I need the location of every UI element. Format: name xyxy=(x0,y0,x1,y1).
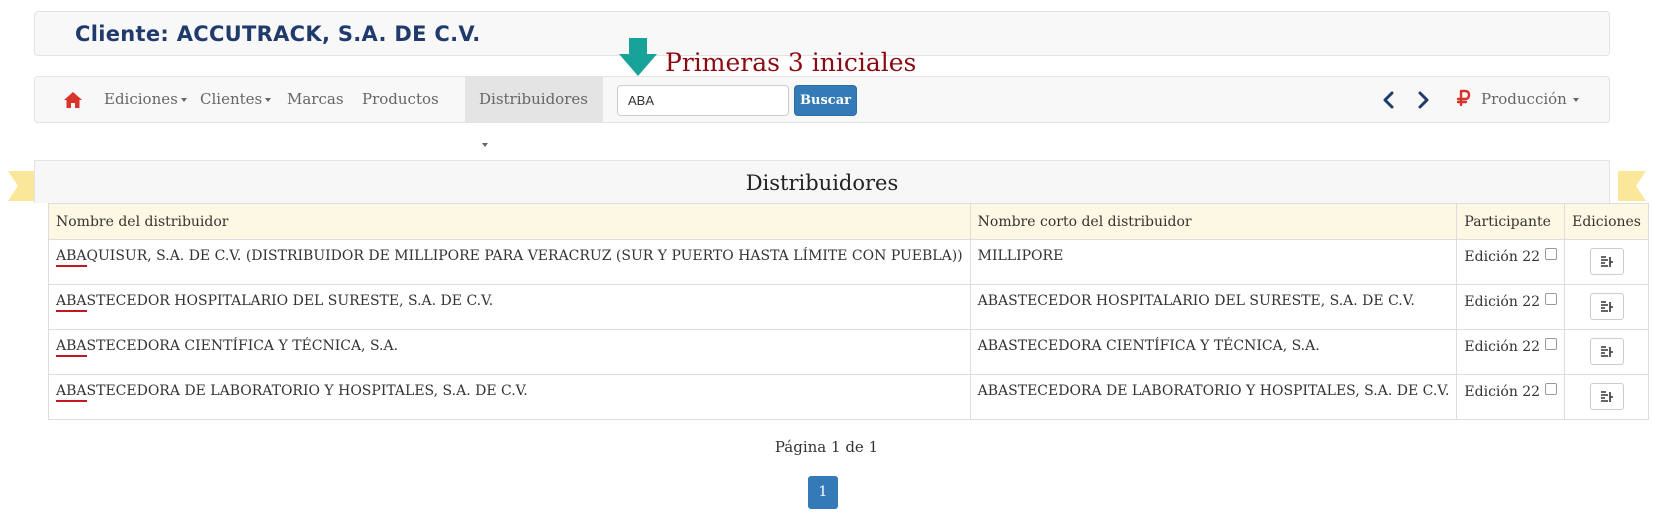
search-match-highlight: ABA xyxy=(56,338,87,357)
ediciones-cell xyxy=(1564,329,1649,375)
nav-ediciones[interactable]: Ediciones xyxy=(90,77,201,122)
editions-button[interactable] xyxy=(1589,383,1624,410)
table-row: ABASTECEDOR HOSPITALARIO DEL SURESTE, S.… xyxy=(48,284,1649,330)
search-match-highlight: ABA xyxy=(56,383,87,402)
editions-button[interactable] xyxy=(1589,248,1624,275)
editions-button[interactable] xyxy=(1589,293,1624,320)
participant-cell: Edición 22 xyxy=(1456,329,1566,375)
distributor-short-name: MILLIPORE xyxy=(969,239,1458,285)
page-1-button[interactable]: 1 xyxy=(808,476,838,509)
search-input[interactable] xyxy=(617,85,789,116)
search-button[interactable]: Buscar xyxy=(794,85,857,116)
nav-marcas-label: Marcas xyxy=(287,90,344,108)
participant-checkbox[interactable] xyxy=(1545,338,1558,350)
ediciones-cell xyxy=(1564,284,1649,330)
chevron-left-icon[interactable] xyxy=(1381,91,1397,109)
annotation-text: Primeras 3 iniciales xyxy=(665,48,917,77)
distributor-short-name: ABASTECEDORA CIENTÍFICA Y TÉCNICA, S.A. xyxy=(969,329,1458,375)
participant-checkbox[interactable] xyxy=(1545,383,1558,395)
main-navbar: Ediciones Clientes Marcas Productos Dist… xyxy=(34,76,1610,147)
ribbon-left-decoration xyxy=(8,171,36,206)
participant-label: Edición 22 xyxy=(1464,339,1541,355)
search-match-highlight: ABA xyxy=(56,248,87,267)
participant-cell: Edición 22 xyxy=(1456,284,1566,330)
caret-down-icon xyxy=(1572,98,1579,102)
distributor-name-rest: STECEDORA CIENTÍFICA Y TÉCNICA, S.A. xyxy=(86,338,399,354)
arrow-down-icon xyxy=(617,36,659,83)
column-header-ediciones: Ediciones xyxy=(1564,203,1649,240)
column-header-nombre: Nombre del distribuidor xyxy=(48,203,971,240)
nav-ediciones-label: Ediciones xyxy=(104,90,178,108)
pagination-text: Página 1 de 1 xyxy=(774,438,879,456)
distributor-name-cell: ABAQUISUR, S.A. DE C.V. (DISTRIBUIDOR DE… xyxy=(48,239,971,285)
nav-distribuidores[interactable]: Distribuidores xyxy=(465,77,603,147)
table-header-row: Nombre del distribuidor Nombre corto del… xyxy=(48,203,1649,240)
participant-cell: Edición 22 xyxy=(1456,239,1566,285)
editions-list-icon xyxy=(1600,256,1613,267)
distributors-table: Nombre del distribuidor Nombre corto del… xyxy=(48,203,1649,420)
caret-down-icon xyxy=(482,143,488,147)
panel-title: Distribuidores xyxy=(34,160,1610,203)
ediciones-cell xyxy=(1564,239,1649,285)
column-header-nombre-corto: Nombre corto del distribuidor xyxy=(969,203,1458,240)
participant-cell: Edición 22 xyxy=(1456,374,1566,420)
home-icon[interactable] xyxy=(63,90,83,110)
distributor-name-cell: ABASTECEDORA DE LABORATORIO Y HOSPITALES… xyxy=(48,374,971,420)
editions-list-icon xyxy=(1600,391,1613,402)
nav-productos[interactable]: Productos xyxy=(348,77,453,122)
distributor-name-rest: STECEDORA DE LABORATORIO Y HOSPITALES, S… xyxy=(86,383,528,399)
ribbon-right-decoration xyxy=(1618,171,1646,206)
nav-clientes-label: Clientes xyxy=(200,90,263,108)
participant-label: Edición 22 xyxy=(1464,249,1541,265)
distributor-short-name: ABASTECEDORA DE LABORATORIO Y HOSPITALES… xyxy=(969,374,1458,420)
nav-clientes[interactable]: Clientes xyxy=(186,77,285,122)
search-match-highlight: ABA xyxy=(56,293,87,312)
participant-checkbox[interactable] xyxy=(1545,248,1558,260)
participant-checkbox[interactable] xyxy=(1545,293,1558,305)
environment-dropdown[interactable]: Producción xyxy=(1455,77,1579,122)
distributor-name-cell: ABASTECEDOR HOSPITALARIO DEL SURESTE, S.… xyxy=(48,284,971,330)
editions-button[interactable] xyxy=(1589,338,1624,365)
chevron-right-icon[interactable] xyxy=(1415,91,1431,109)
nav-productos-label: Productos xyxy=(362,90,439,108)
nav-marcas[interactable]: Marcas xyxy=(273,77,358,122)
client-title: Cliente: ACCUTRACK, S.A. DE C.V. xyxy=(75,22,481,46)
editions-list-icon xyxy=(1600,301,1613,312)
distributor-name-cell: ABASTECEDORA CIENTÍFICA Y TÉCNICA, S.A. xyxy=(48,329,971,375)
environment-label: Producción xyxy=(1481,90,1567,108)
table-row: ABAQUISUR, S.A. DE C.V. (DISTRIBUIDOR DE… xyxy=(48,239,1649,285)
table-row: ABASTECEDORA CIENTÍFICA Y TÉCNICA, S.A. … xyxy=(48,329,1649,375)
ruble-icon xyxy=(1455,80,1473,107)
nav-distribuidores-label: Distribuidores xyxy=(479,90,588,108)
ediciones-cell xyxy=(1564,374,1649,420)
distributor-short-name: ABASTECEDOR HOSPITALARIO DEL SURESTE, S.… xyxy=(969,284,1458,330)
column-header-participante: Participante xyxy=(1456,203,1566,240)
editions-list-icon xyxy=(1600,346,1613,357)
caret-down-icon xyxy=(265,98,272,102)
participant-label: Edición 22 xyxy=(1464,384,1541,400)
distributor-name-rest: STECEDOR HOSPITALARIO DEL SURESTE, S.A. … xyxy=(86,293,494,309)
distributor-name-rest: QUISUR, S.A. DE C.V. (DISTRIBUIDOR DE MI… xyxy=(86,248,963,264)
participant-label: Edición 22 xyxy=(1464,294,1541,310)
table-row: ABASTECEDORA DE LABORATORIO Y HOSPITALES… xyxy=(48,374,1649,420)
